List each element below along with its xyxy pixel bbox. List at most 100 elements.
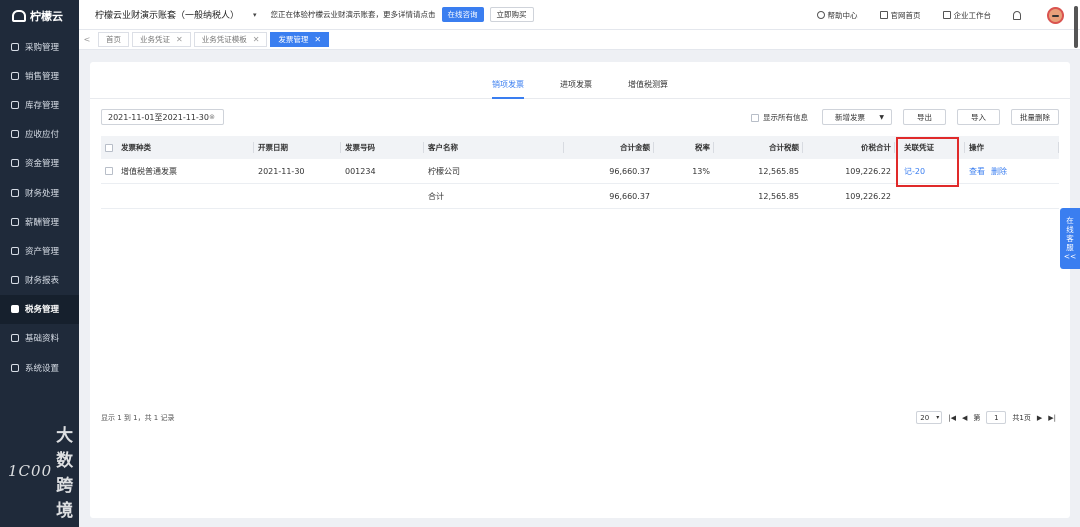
buy-now-button[interactable]: 立即购买 — [489, 7, 534, 22]
page-input[interactable]: 1 — [986, 411, 1007, 424]
header-tax-rate: 税率 — [654, 136, 714, 159]
watermark-mark: 1C00 — [8, 462, 53, 480]
top-bar: 柠檬云业财演示账套（一般纳税人） ▾ 您正在体验柠檬云业财演示账套，更多详情请点… — [79, 0, 1080, 30]
official-site-link[interactable]: 官网首页 — [879, 10, 921, 21]
main-card: 销项发票 进项发票 增值税测算 2021-11-01至2021-11-30 ⊗ … — [90, 62, 1070, 518]
page-tab[interactable]: 首页 — [98, 32, 129, 47]
new-invoice-dropdown[interactable]: 新增发票 ▼ — [822, 109, 892, 125]
batch-delete-button[interactable]: 批量删除 — [1011, 109, 1059, 125]
cell-issue-date: 2021-11-30 — [258, 166, 305, 176]
sidebar-item[interactable]: 资金管理 — [0, 149, 79, 178]
online-consult-button[interactable]: 在线咨询 — [441, 7, 484, 22]
first-page-icon[interactable]: |◀ — [948, 414, 956, 422]
row-checkbox[interactable] — [101, 159, 117, 183]
service-char: 在 — [1066, 216, 1074, 225]
bell-icon[interactable] — [1013, 10, 1021, 20]
page-tab[interactable]: 发票管理 ✕ — [270, 32, 330, 47]
accounting-icon — [11, 188, 19, 197]
sidebar-item-label: 税务管理 — [25, 305, 60, 316]
export-button[interactable]: 导出 — [903, 109, 946, 125]
sidebar-item[interactable]: 库存管理 — [0, 90, 79, 119]
last-page-icon[interactable]: ▶| — [1048, 414, 1056, 422]
next-page-icon[interactable]: ▶ — [1037, 414, 1042, 422]
summary-total: 109,226.22 — [845, 191, 891, 201]
select-all-checkbox[interactable] — [101, 136, 117, 159]
summary-spacer — [654, 184, 714, 208]
sidebar-item[interactable]: 资产管理 — [0, 236, 79, 265]
table-row[interactable]: 增值税普通发票 2021-11-30 001234 柠檬公司 96,660.37… — [101, 159, 1059, 184]
summary-spacer — [895, 184, 965, 208]
sidebar-item[interactable]: 销售管理 — [0, 61, 79, 90]
sidebar-item[interactable]: 财务报表 — [0, 266, 79, 295]
date-range-value: 2021-11-01至2021-11-30 — [108, 112, 209, 122]
sidebar-item-label: 系统设置 — [25, 363, 60, 374]
account-selector[interactable]: 柠檬云业财演示账套（一般纳税人） — [95, 8, 239, 21]
delete-button[interactable]: 删除 — [991, 166, 1007, 177]
date-range-picker[interactable]: 2021-11-01至2021-11-30 ⊗ — [101, 109, 224, 125]
sidebar-item[interactable]: 应收应付 — [0, 120, 79, 149]
brand-logo[interactable]: 柠檬云 — [0, 0, 79, 32]
sidebar-item-label: 资金管理 — [25, 159, 60, 170]
summary-tax-amount: 12,565.85 — [758, 191, 799, 201]
header-customer: 客户名称 — [424, 136, 564, 159]
trial-notice: 您正在体验柠檬云业财演示账套，更多详情请点击 — [270, 10, 436, 19]
basic-data-icon — [11, 334, 19, 343]
page-tab[interactable]: 业务凭证模板 ✕ — [193, 32, 268, 47]
workbench-label: 企业工作台 — [953, 10, 992, 20]
sidebar-item[interactable]: 薪酬管理 — [0, 207, 79, 236]
sidebar-item-label: 采购管理 — [25, 42, 60, 53]
cell-linked-voucher: 记-20 — [895, 159, 965, 183]
voucher-link[interactable]: 记-20 — [904, 166, 925, 177]
workbench-link[interactable]: 企业工作台 — [942, 10, 992, 21]
import-button[interactable]: 导入 — [957, 109, 1000, 125]
summary-spacer — [965, 184, 1059, 208]
summary-label: 合计 — [428, 191, 444, 201]
sidebar-item[interactable]: 系统设置 — [0, 353, 79, 382]
page-tab-label: 发票管理 — [278, 35, 309, 44]
page-tab[interactable]: 业务凭证 ✕ — [132, 32, 191, 47]
sidebar-item[interactable]: 采购管理 — [0, 32, 79, 61]
chevron-left-icon[interactable]: < — [79, 35, 95, 44]
view-button[interactable]: 查看 — [969, 166, 985, 177]
sidebar-item[interactable]: 财务处理 — [0, 178, 79, 207]
summary-spacer — [254, 184, 341, 208]
cell-customer: 柠檬公司 — [428, 166, 460, 176]
scrollbar[interactable] — [1074, 6, 1078, 48]
header-invoice-number: 发票号码 — [341, 136, 424, 159]
subtab-output-invoice[interactable]: 销项发票 — [474, 62, 542, 99]
checkbox-icon — [751, 113, 759, 122]
show-all-info-checkbox[interactable]: 显示所有信息 — [751, 112, 808, 123]
help-center-label: 帮助中心 — [827, 10, 858, 20]
subtab-vat-estimate[interactable]: 增值税测算 — [610, 62, 686, 99]
service-char: 客 — [1066, 234, 1074, 243]
page-size-select[interactable]: 20 — [916, 411, 943, 424]
sidebar-item[interactable]: 税务管理 — [0, 294, 79, 324]
avatar[interactable] — [1047, 6, 1064, 24]
clear-icon[interactable]: ⊗ — [209, 113, 215, 121]
header-issue-date: 开票日期 — [254, 136, 341, 159]
close-icon[interactable]: ✕ — [253, 35, 260, 44]
help-center-link[interactable]: 帮助中心 — [816, 10, 858, 21]
page-suffix: 共1页 — [1012, 413, 1031, 422]
sales-icon — [11, 71, 19, 80]
page-prefix: 第 — [973, 413, 981, 422]
table-header: 发票种类 开票日期 发票号码 客户名称 合计金额 税率 合计税额 价税合计 关联… — [101, 136, 1059, 159]
summary-spacer — [101, 184, 117, 208]
chevron-down-icon[interactable]: ▾ — [253, 11, 257, 19]
checkbox-icon — [105, 143, 113, 152]
close-icon[interactable]: ✕ — [176, 35, 183, 44]
cell-invoice-type: 增值税普通发票 — [121, 166, 177, 176]
online-service-button[interactable]: 在 线 客 服 << — [1060, 208, 1080, 269]
report-icon — [11, 276, 19, 285]
header-amount: 合计金额 — [564, 136, 654, 159]
sidebar: 柠檬云 采购管理销售管理 库存管理 应收应付资金管理财务处理薪酬管理 资产管理 财务报表… — [0, 0, 79, 527]
cell-total: 109,226.22 — [845, 166, 891, 176]
sidebar-item[interactable]: 基础资料 — [0, 324, 79, 353]
subtab-input-invoice[interactable]: 进项发票 — [542, 62, 610, 99]
close-icon[interactable]: ✕ — [314, 35, 321, 44]
prev-page-icon[interactable]: ◀ — [962, 414, 967, 422]
page-tab-label: 业务凭证模板 — [201, 35, 247, 44]
new-invoice-label: 新增发票 — [835, 112, 865, 122]
sidebar-item-label: 财务处理 — [25, 188, 60, 199]
pagination: 20 |◀ ◀ 第 1 共1页 ▶ ▶| — [916, 411, 1056, 424]
